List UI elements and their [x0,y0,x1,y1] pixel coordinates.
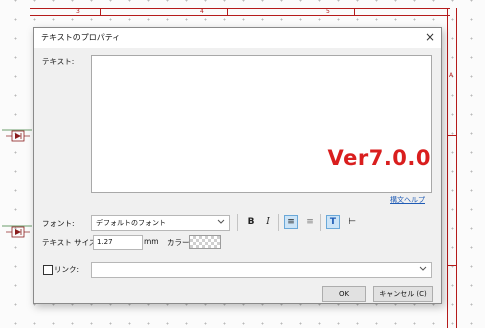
text-size-input[interactable]: 1.27 [93,235,143,250]
toolbar-separator [278,214,279,231]
frame-column-number: 3 [76,8,80,15]
text-label: テキスト: [42,57,75,66]
frame-tick [447,265,456,266]
drawing-frame-top-border-inner [30,15,450,16]
close-icon[interactable]: × [425,30,435,44]
text-properties-dialog: テキストのプロパティ × テキスト: Ver7.0.0 構文ヘルプ フォント: … [33,27,442,304]
dialog-titlebar[interactable]: テキストのプロパティ × [34,28,441,48]
color-swatch-button[interactable] [189,235,221,249]
frame-column-number: 5 [326,8,330,15]
drawing-frame-top-border [30,8,450,9]
link-checkbox[interactable] [43,265,53,275]
bold-button[interactable]: B [244,215,258,229]
italic-button[interactable]: I [261,215,275,229]
cancel-button[interactable]: キャンセル (C) [373,286,433,302]
switch-component-symbol[interactable] [2,122,32,144]
drawing-frame-right-border [447,8,448,328]
toolbar-separator [320,214,321,231]
text-size-label: テキスト サイズ: [42,238,99,247]
link-combobox[interactable] [91,262,432,278]
align-right-button[interactable]: ≡ [303,215,317,229]
text-input-area[interactable]: Ver7.0.0 [91,55,432,193]
frame-row-letter: A [449,72,454,79]
text-width-button[interactable]: ⊢ [345,215,359,229]
link-label: リンク: [54,265,80,274]
frame-tick [227,8,228,15]
syntax-help-link[interactable]: 構文ヘルプ [390,195,425,205]
align-left-button[interactable]: ≡ [284,215,298,229]
font-select[interactable]: デフォルトのフォント [91,215,230,231]
text-size-value: 1.27 [97,238,113,246]
switch-component-symbol[interactable] [2,218,32,240]
version-overlay: Ver7.0.0 [327,146,431,170]
frame-column-number: 4 [200,8,204,15]
text-size-unit: mm [144,237,159,246]
chevron-down-icon [419,266,427,271]
frame-tick [100,8,101,15]
drawing-frame-right-border-outer [456,8,457,328]
text-frame-button[interactable]: T [326,215,340,229]
font-label: フォント: [42,219,75,228]
chevron-down-icon [217,219,225,224]
frame-tick [354,8,355,15]
toolbar-separator [237,214,238,231]
ok-button[interactable]: OK [322,286,366,302]
dialog-title: テキストのプロパティ [41,33,121,42]
font-select-value: デフォルトのフォント [96,219,166,227]
frame-tick [447,135,456,136]
